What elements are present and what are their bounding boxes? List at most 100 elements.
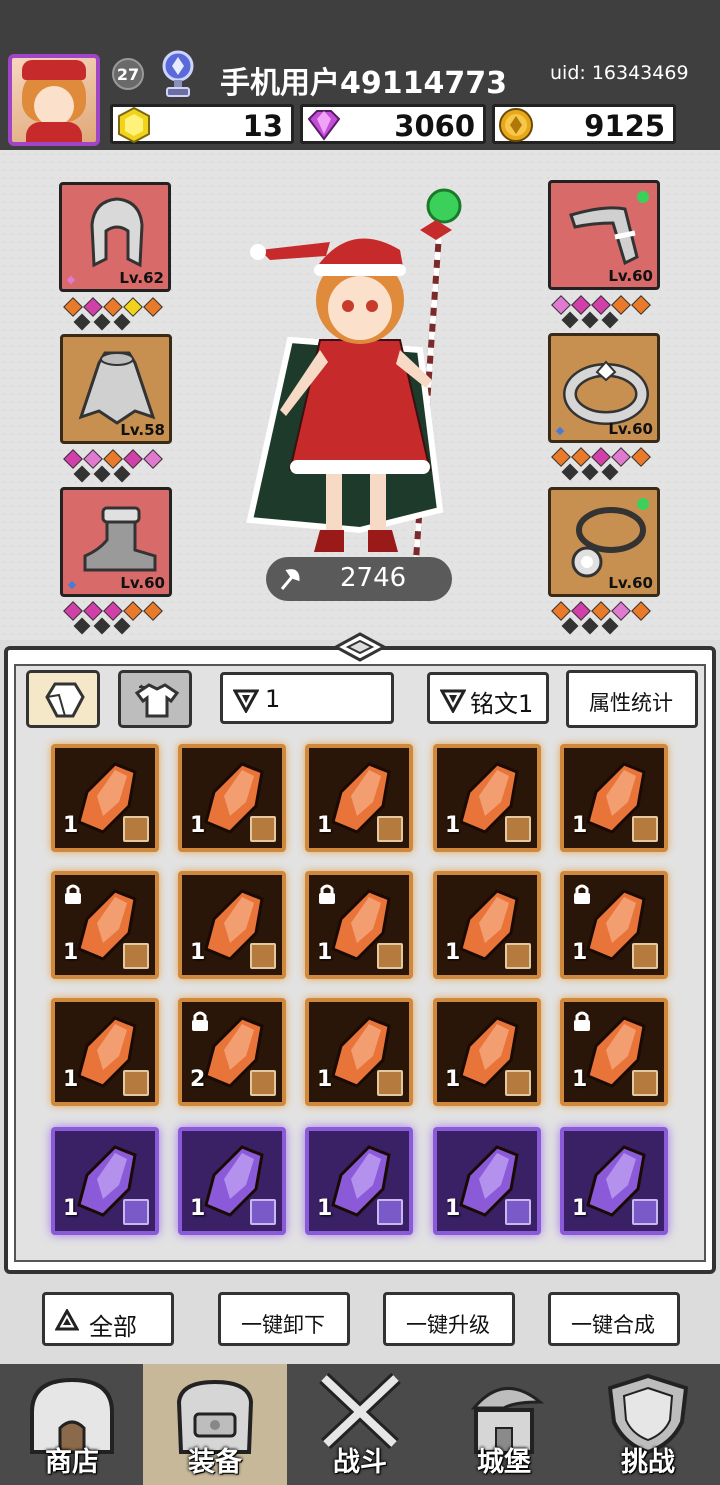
resource-purple-diamond[interactable]: 3060: [300, 104, 486, 144]
rune-item[interactable]: 1: [51, 1127, 159, 1235]
rune-count: 1: [190, 940, 206, 965]
nav-challenge[interactable]: 挑战: [576, 1364, 720, 1485]
equip-gem-row: [550, 600, 662, 635]
rune-item[interactable]: 1: [305, 871, 413, 979]
rune-item[interactable]: 1: [51, 871, 159, 979]
equip-slot-helmet[interactable]: Lv.62: [59, 182, 171, 292]
rune-item[interactable]: 1: [305, 998, 413, 1106]
rune-count: 1: [572, 940, 588, 965]
equip-slot-cape[interactable]: Lv.58: [60, 334, 172, 444]
level-filter-value: 1: [265, 685, 281, 713]
purple-diamond-icon: [307, 110, 341, 141]
shirt-icon: [135, 683, 179, 718]
rune-slot-type-icon: [505, 816, 531, 842]
rune-count: 1: [317, 940, 333, 965]
equip-gem-row: [62, 448, 174, 483]
equip-level: Lv.58: [120, 421, 165, 439]
tab-gems[interactable]: [26, 670, 100, 728]
unequip-all-button[interactable]: 一键卸下: [218, 1292, 350, 1346]
filter-all-button[interactable]: 全部: [42, 1292, 174, 1346]
lock-icon: [192, 1011, 208, 1031]
rune-item[interactable]: 1: [305, 744, 413, 852]
upgrade-all-button[interactable]: 一键升级: [383, 1292, 515, 1346]
rune-count: 2: [190, 1067, 206, 1092]
merge-all-button[interactable]: 一键合成: [548, 1292, 680, 1346]
rune-count: 1: [190, 1196, 206, 1221]
rune-item[interactable]: 1: [178, 1127, 286, 1235]
rune-item[interactable]: 1: [433, 998, 541, 1106]
equip-gem-row: [550, 294, 662, 329]
rune-count: 1: [445, 1196, 461, 1221]
equip-gem-row: [62, 600, 174, 635]
rune-item[interactable]: 1: [305, 1127, 413, 1235]
tab-equipment[interactable]: [118, 670, 192, 728]
resource-value: 9125: [584, 109, 665, 143]
rune-slot-type-icon: [632, 816, 658, 842]
rune-item[interactable]: 1: [560, 1127, 668, 1235]
rune-count: 1: [445, 1067, 461, 1092]
rune-item[interactable]: 1: [178, 871, 286, 979]
attribute-stats-button[interactable]: 属性统计: [566, 670, 698, 728]
rune-count: 1: [572, 1196, 588, 1221]
gem-outline-icon: [45, 682, 85, 718]
rune-item[interactable]: 1: [51, 998, 159, 1106]
chevron-up-icon: [55, 1309, 79, 1331]
lock-icon: [65, 884, 81, 904]
resource-yellow-gem[interactable]: 13: [110, 104, 294, 144]
nav-label: 城堡: [477, 1447, 531, 1478]
rune-count: 1: [190, 813, 206, 838]
upgrade-available-dot: [637, 191, 649, 203]
rune-item[interactable]: 1: [560, 998, 668, 1106]
rune-item[interactable]: 1: [51, 744, 159, 852]
level-filter-dropdown[interactable]: 1: [220, 672, 394, 724]
nav-castle[interactable]: 城堡: [432, 1364, 576, 1485]
player-uid: uid: 16343469: [550, 62, 689, 84]
equip-slot-weapon[interactable]: Lv.60: [548, 180, 660, 290]
lock-icon: [574, 1011, 590, 1031]
necklace-icon: [571, 507, 646, 578]
nav-shop[interactable]: 商店: [0, 1364, 144, 1485]
rune-filter-dropdown[interactable]: 铭文1: [427, 672, 549, 724]
rune-slot-type-icon: [505, 1199, 531, 1225]
unequip-all-label: 一键卸下: [241, 1313, 325, 1337]
rune-item[interactable]: 1: [433, 871, 541, 979]
rune-item[interactable]: 1: [433, 1127, 541, 1235]
boots-icon: [83, 506, 157, 572]
rune-count: 1: [317, 813, 333, 838]
equip-slot-boots[interactable]: Lv.60: [60, 487, 172, 597]
rune-count: 1: [445, 813, 461, 838]
rune-count: 1: [63, 1067, 79, 1092]
combat-power-value: 2746: [340, 563, 407, 593]
equip-slot-ring[interactable]: Lv.60: [548, 333, 660, 443]
nav-battle[interactable]: 战斗: [288, 1364, 432, 1485]
rune-count: 1: [63, 813, 79, 838]
weapon-icon: [569, 206, 639, 266]
rune-slot-type-icon: [250, 1199, 276, 1225]
resource-gold-coin[interactable]: 9125: [492, 104, 676, 144]
helmet-icon: [90, 197, 144, 268]
ring-icon: [563, 360, 649, 425]
rune-slot-type-icon: [377, 816, 403, 842]
rune-slot-type-icon: [632, 1070, 658, 1096]
nav-label: 战斗: [333, 1447, 387, 1478]
gold-coin-icon: [499, 108, 533, 142]
rune-item[interactable]: 2: [178, 998, 286, 1106]
trophy-icon[interactable]: [158, 50, 198, 98]
equip-gem-row: [62, 296, 174, 331]
equip-gem-row: [550, 446, 662, 481]
rune-item[interactable]: 1: [560, 744, 668, 852]
player-avatar[interactable]: [8, 54, 100, 146]
equip-slot-necklace[interactable]: Lv.60: [548, 487, 660, 597]
rune-slot-type-icon: [123, 816, 149, 842]
rune-slot-type-icon: [632, 1199, 658, 1225]
hero-character[interactable]: [240, 180, 480, 570]
resource-value: 13: [242, 109, 283, 143]
rune-item[interactable]: 1: [178, 744, 286, 852]
nav-equipment[interactable]: 装备: [143, 1364, 287, 1485]
chevron-down-icon: [440, 689, 466, 713]
resource-value: 3060: [394, 109, 475, 143]
yellow-gem-icon: [118, 106, 150, 144]
rune-slot-type-icon: [632, 943, 658, 969]
rune-item[interactable]: 1: [560, 871, 668, 979]
rune-item[interactable]: 1: [433, 744, 541, 852]
